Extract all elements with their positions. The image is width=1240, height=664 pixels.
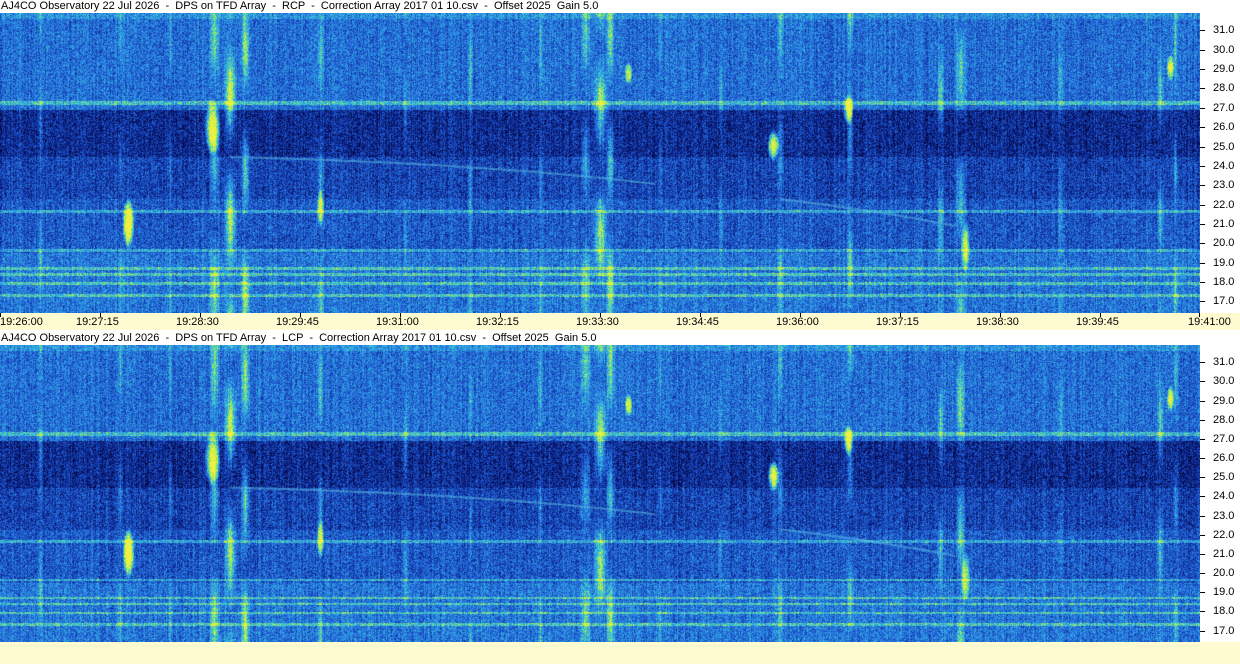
frequency-tick (1200, 263, 1205, 264)
frequency-tick-label: 22.0 (1213, 529, 1235, 541)
panel-title-rcp: AJ4CO Observatory 22 Jul 2026 - DPS on T… (1, 0, 599, 12)
time-tick-label: 19:26:00 (0, 316, 43, 328)
frequency-tick-label: 21.0 (1213, 548, 1235, 560)
time-tick-label: 19:28:30 (176, 316, 219, 328)
frequency-tick-label: 24.0 (1213, 490, 1235, 502)
frequency-tick-label: 17.0 (1213, 625, 1235, 637)
panel-title-lcp: AJ4CO Observatory 22 Jul 2026 - DPS on T… (1, 332, 597, 344)
time-tick-label: 19:33:30 (576, 316, 619, 328)
frequency-tick (1200, 69, 1205, 70)
frequency-tick (1200, 535, 1205, 536)
frequency-tick (1200, 185, 1205, 186)
frequency-tick (1200, 496, 1205, 497)
frequency-tick (1200, 224, 1205, 225)
frequency-tick (1200, 301, 1205, 302)
frequency-tick-label: 24.0 (1213, 160, 1235, 172)
frequency-tick-label: 29.0 (1213, 63, 1235, 75)
spectrogram-panel-lcp: AJ4CO Observatory 22 Jul 2026 - DPS on T… (0, 330, 1240, 642)
time-tick-label: 19:29:45 (276, 316, 319, 328)
frequency-tick (1200, 205, 1205, 206)
frequency-tick (1200, 477, 1205, 478)
frequency-tick-label: 23.0 (1213, 179, 1235, 191)
frequency-tick-label: 20.0 (1213, 567, 1235, 579)
time-tick-label: 19:37:15 (876, 316, 919, 328)
frequency-tick (1200, 30, 1205, 31)
frequency-tick (1200, 401, 1205, 402)
frequency-tick-label: 29.0 (1213, 395, 1235, 407)
frequency-tick (1200, 88, 1205, 89)
frequency-tick-label: 18.0 (1213, 276, 1235, 288)
frequency-tick-label: 30.0 (1213, 375, 1235, 387)
time-tick-label: 19:27:15 (76, 316, 119, 328)
frequency-tick (1200, 631, 1205, 632)
frequency-tick (1200, 611, 1205, 612)
spectrogram-canvas-lcp (0, 345, 1200, 642)
frequency-tick-label: 26.0 (1213, 121, 1235, 133)
spectrogram-canvas-rcp (0, 13, 1200, 313)
frequency-tick (1200, 243, 1205, 244)
frequency-tick-label: 28.0 (1213, 82, 1235, 94)
frequency-tick (1200, 458, 1205, 459)
frequency-tick-label: 31.0 (1213, 24, 1235, 36)
frequency-tick (1200, 282, 1205, 283)
time-tick-label: 19:36:00 (776, 316, 819, 328)
bottom-strip (0, 642, 1240, 664)
spectrogram-plot-lcp (0, 345, 1200, 642)
frequency-tick (1200, 573, 1205, 574)
frequency-tick (1200, 108, 1205, 109)
frequency-tick (1200, 147, 1205, 148)
frequency-tick (1200, 362, 1205, 363)
frequency-tick (1200, 516, 1205, 517)
frequency-tick (1200, 127, 1205, 128)
frequency-tick-label: 28.0 (1213, 414, 1235, 426)
frequency-tick-label: 27.0 (1213, 433, 1235, 445)
frequency-tick-label: 20.0 (1213, 237, 1235, 249)
frequency-tick-label: 31.0 (1213, 356, 1235, 368)
time-tick-label: 19:38:30 (976, 316, 1019, 328)
frequency-tick-label: 26.0 (1213, 452, 1235, 464)
frequency-tick-label: 23.0 (1213, 510, 1235, 522)
time-tick-label: 19:31:00 (376, 316, 419, 328)
frequency-tick-label: 21.0 (1213, 218, 1235, 230)
frequency-tick (1200, 439, 1205, 440)
frequency-tick-label: 27.0 (1213, 102, 1235, 114)
frequency-tick-label: 19.0 (1213, 586, 1235, 598)
frequency-tick (1200, 50, 1205, 51)
time-tick-label: 19:32:15 (476, 316, 519, 328)
frequency-tick (1200, 166, 1205, 167)
frequency-tick (1200, 420, 1205, 421)
frequency-tick-label: 19.0 (1213, 257, 1235, 269)
time-tick-label: 19:34:45 (676, 316, 719, 328)
frequency-axis-lcp: 31.0 30.0 29.0 28.0 27.0 26.0 25.0 24.0 23.0 22.0… (1200, 345, 1240, 642)
time-axis: 19:26:00 19:27:15 19:28:30 19:29:45 19:31:00… (0, 313, 1240, 330)
frequency-tick (1200, 381, 1205, 382)
time-tick-label: 19:39:45 (1076, 316, 1119, 328)
frequency-tick-label: 30.0 (1213, 44, 1235, 56)
frequency-tick-label: 25.0 (1213, 141, 1235, 153)
frequency-tick (1200, 592, 1205, 593)
spectrogram-panel-rcp: AJ4CO Observatory 22 Jul 2026 - DPS on T… (0, 0, 1240, 313)
frequency-tick (1200, 554, 1205, 555)
frequency-tick-label: 25.0 (1213, 471, 1235, 483)
time-tick-label: 19:41:00 (1188, 316, 1231, 328)
spectrogram-plot-rcp (0, 13, 1200, 313)
frequency-tick-label: 22.0 (1213, 199, 1235, 211)
frequency-tick-label: 17.0 (1213, 295, 1235, 307)
frequency-axis-rcp: 31.0 30.0 29.0 28.0 27.0 26.0 25.0 24.0 23.0 22.0… (1200, 13, 1240, 313)
frequency-tick-label: 18.0 (1213, 605, 1235, 617)
